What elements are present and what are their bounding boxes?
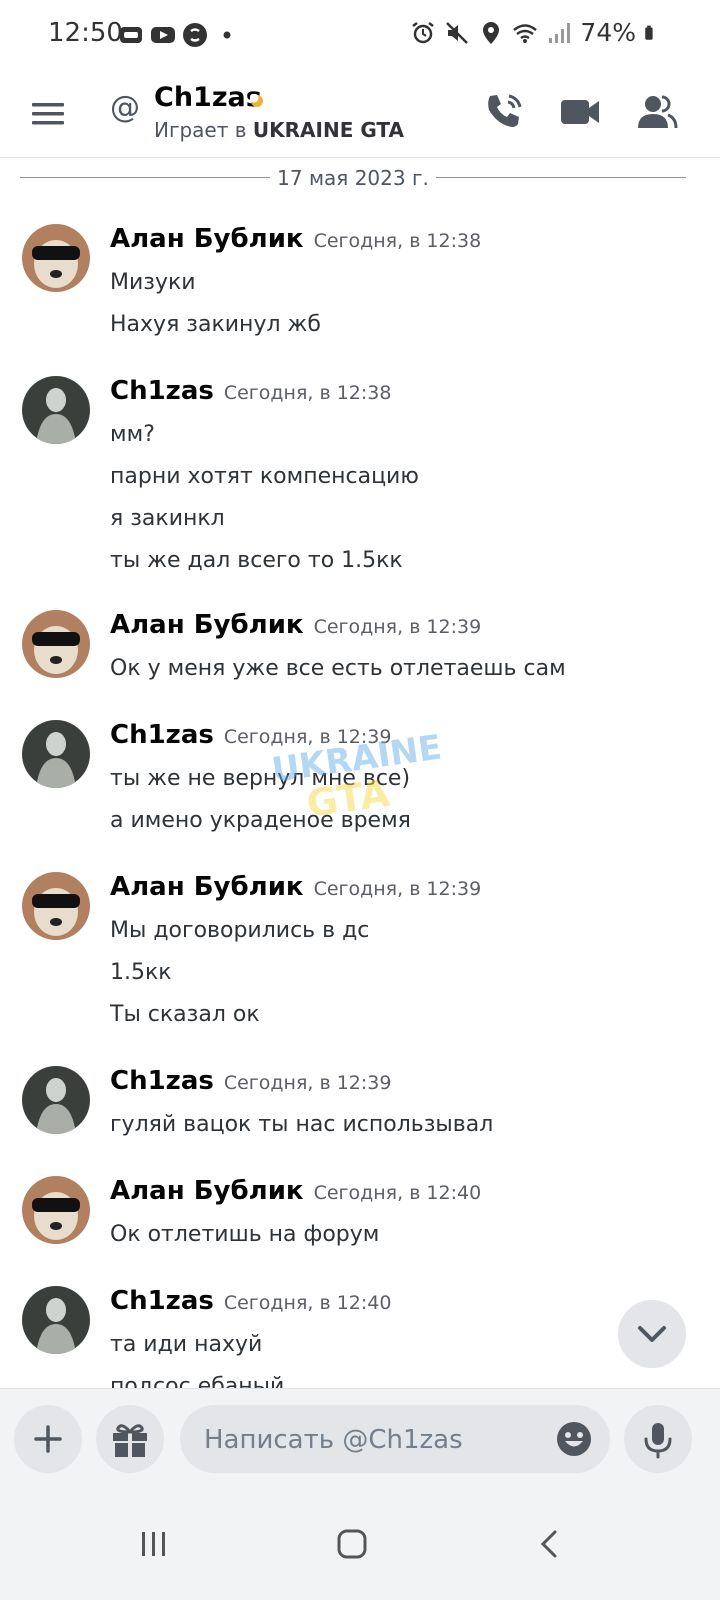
message-timestamp: Сегодня, в 12:40 xyxy=(313,1182,482,1204)
chevron-down-icon xyxy=(638,1326,666,1342)
message-author: Ch1zas Сегодня, в 12:40 xyxy=(110,1286,391,1316)
hamburger-menu-icon[interactable] xyxy=(28,94,68,134)
masked-figure-avatar-icon xyxy=(22,1066,90,1134)
date-divider-label: 17 мая 2023 г. xyxy=(277,166,429,190)
author-name[interactable]: Ch1zas xyxy=(110,1066,214,1096)
message-text: Ты сказал ок xyxy=(110,1002,260,1027)
signal-icon xyxy=(549,22,571,43)
message-text: Мы договорились в дс xyxy=(110,918,370,943)
recent-apps-icon[interactable] xyxy=(134,1524,174,1564)
date-divider: 17 мая 2023 г. xyxy=(20,166,686,190)
message-author: Ch1zas Сегодня, в 12:38 xyxy=(110,376,391,406)
message-timestamp: Сегодня, в 12:38 xyxy=(223,382,392,404)
home-icon[interactable] xyxy=(332,1524,372,1564)
emoji-icon[interactable] xyxy=(556,1421,592,1457)
avatar-ch1zas[interactable] xyxy=(22,1286,90,1354)
message-timestamp: Сегодня, в 12:39 xyxy=(223,1072,392,1094)
status-bar: 12:50 74% xyxy=(0,0,720,72)
youtube-icon xyxy=(151,27,175,43)
channel-header: @ Ch1zas Играет в UKRAINE GTA xyxy=(0,72,720,158)
dm-user-name[interactable]: Ch1zas xyxy=(154,82,262,113)
message-text: Мизуки xyxy=(110,270,196,295)
message-text: я закинкл xyxy=(110,506,225,531)
author-name[interactable]: Ch1zas xyxy=(110,720,214,750)
author-name[interactable]: Алан Бублик xyxy=(110,872,304,902)
activity-prefix: Играет в xyxy=(154,118,247,142)
author-name[interactable]: Ch1zas xyxy=(110,376,214,406)
back-icon[interactable] xyxy=(530,1524,570,1564)
avatar-ch1zas[interactable] xyxy=(22,720,90,788)
sim-card-icon xyxy=(120,27,142,43)
gift-button[interactable] xyxy=(96,1405,164,1473)
message-text: та иди нахуй xyxy=(110,1332,263,1357)
masked-figure-avatar-icon xyxy=(22,1286,90,1354)
dog-sunglasses-avatar-icon xyxy=(22,610,90,678)
status-right-icons: 74% xyxy=(410,18,660,47)
ukraine-gta-watermark-logo: UKRAINE GTA xyxy=(269,728,444,824)
avatar-ch1zas[interactable] xyxy=(22,1066,90,1134)
masked-figure-avatar-icon xyxy=(22,376,90,444)
status-left-icons xyxy=(118,22,240,48)
at-icon: @ xyxy=(110,90,140,125)
message-composer: Написать @Ch1zas xyxy=(0,1388,720,1498)
attach-button[interactable] xyxy=(14,1405,82,1473)
battery-icon xyxy=(645,25,653,40)
shazam-icon xyxy=(183,23,207,47)
author-name[interactable]: Алан Бублик xyxy=(110,1176,304,1206)
message-input-placeholder: Написать @Ch1zas xyxy=(204,1425,463,1455)
avatar-dog[interactable] xyxy=(22,610,90,678)
voice-message-button[interactable] xyxy=(624,1405,692,1473)
author-name[interactable]: Алан Бублик xyxy=(110,224,304,254)
avatar-ch1zas[interactable] xyxy=(22,376,90,444)
dot-icon xyxy=(223,31,231,39)
avatar-dog[interactable] xyxy=(22,1176,90,1244)
dog-sunglasses-avatar-icon xyxy=(22,872,90,940)
message-text: Нахуя закинул жб xyxy=(110,312,321,337)
member-list-icon[interactable] xyxy=(634,90,678,134)
message-author: Ch1zas Сегодня, в 12:39 xyxy=(110,1066,391,1096)
dog-sunglasses-avatar-icon xyxy=(22,224,90,292)
alarm-icon xyxy=(412,21,435,43)
message-author: Алан Бублик Сегодня, в 12:39 xyxy=(110,610,481,640)
video-call-icon[interactable] xyxy=(558,90,602,134)
activity-status: Играет в UKRAINE GTA xyxy=(154,118,404,142)
avatar-dog[interactable] xyxy=(22,224,90,292)
location-icon xyxy=(483,21,500,44)
dog-sunglasses-avatar-icon xyxy=(22,1176,90,1244)
message-text: Ок отлетишь на форум xyxy=(110,1222,380,1247)
activity-game: UKRAINE GTA xyxy=(252,118,404,142)
message-group: Ch1zas Сегодня, в 12:40 та иди нахуй подс… xyxy=(0,1286,720,1388)
mute-icon xyxy=(446,21,469,44)
message-text: мм? xyxy=(110,422,155,447)
idle-status-icon xyxy=(250,94,263,107)
gift-icon xyxy=(113,1424,147,1457)
message-author: Алан Бублик Сегодня, в 12:38 xyxy=(110,224,481,254)
message-text: гуляй вацок ты нас использывал xyxy=(110,1112,494,1137)
message-text: Ок у меня уже все есть отлетаешь сам xyxy=(110,656,566,681)
message-text: подсос ебаный xyxy=(110,1374,285,1388)
masked-figure-avatar-icon xyxy=(22,720,90,788)
status-time: 12:50 xyxy=(48,18,123,48)
wifi-icon xyxy=(513,23,538,43)
message-text: ты же дал всего то 1.5кк xyxy=(110,548,403,573)
plus-icon xyxy=(34,1425,62,1453)
avatar-dog[interactable] xyxy=(22,872,90,940)
jump-to-bottom-button[interactable] xyxy=(618,1300,686,1368)
microphone-icon xyxy=(644,1423,672,1459)
message-input[interactable]: Написать @Ch1zas xyxy=(180,1405,610,1473)
message-author: Алан Бублик Сегодня, в 12:39 xyxy=(110,872,481,902)
message-text: 1.5кк xyxy=(110,960,172,985)
battery-percent: 74% xyxy=(580,18,636,47)
message-timestamp: Сегодня, в 12:40 xyxy=(223,1292,392,1314)
voice-call-icon[interactable] xyxy=(482,90,526,134)
message-text: парни хотят компенсацию xyxy=(110,464,419,489)
message-timestamp: Сегодня, в 12:39 xyxy=(313,616,482,638)
author-name[interactable]: Алан Бублик xyxy=(110,610,304,640)
message-timestamp: Сегодня, в 12:38 xyxy=(313,230,482,252)
message-timestamp: Сегодня, в 12:39 xyxy=(313,878,482,900)
message-author: Алан Бублик Сегодня, в 12:40 xyxy=(110,1176,481,1206)
author-name[interactable]: Ch1zas xyxy=(110,1286,214,1316)
android-nav-bar xyxy=(0,1498,720,1600)
